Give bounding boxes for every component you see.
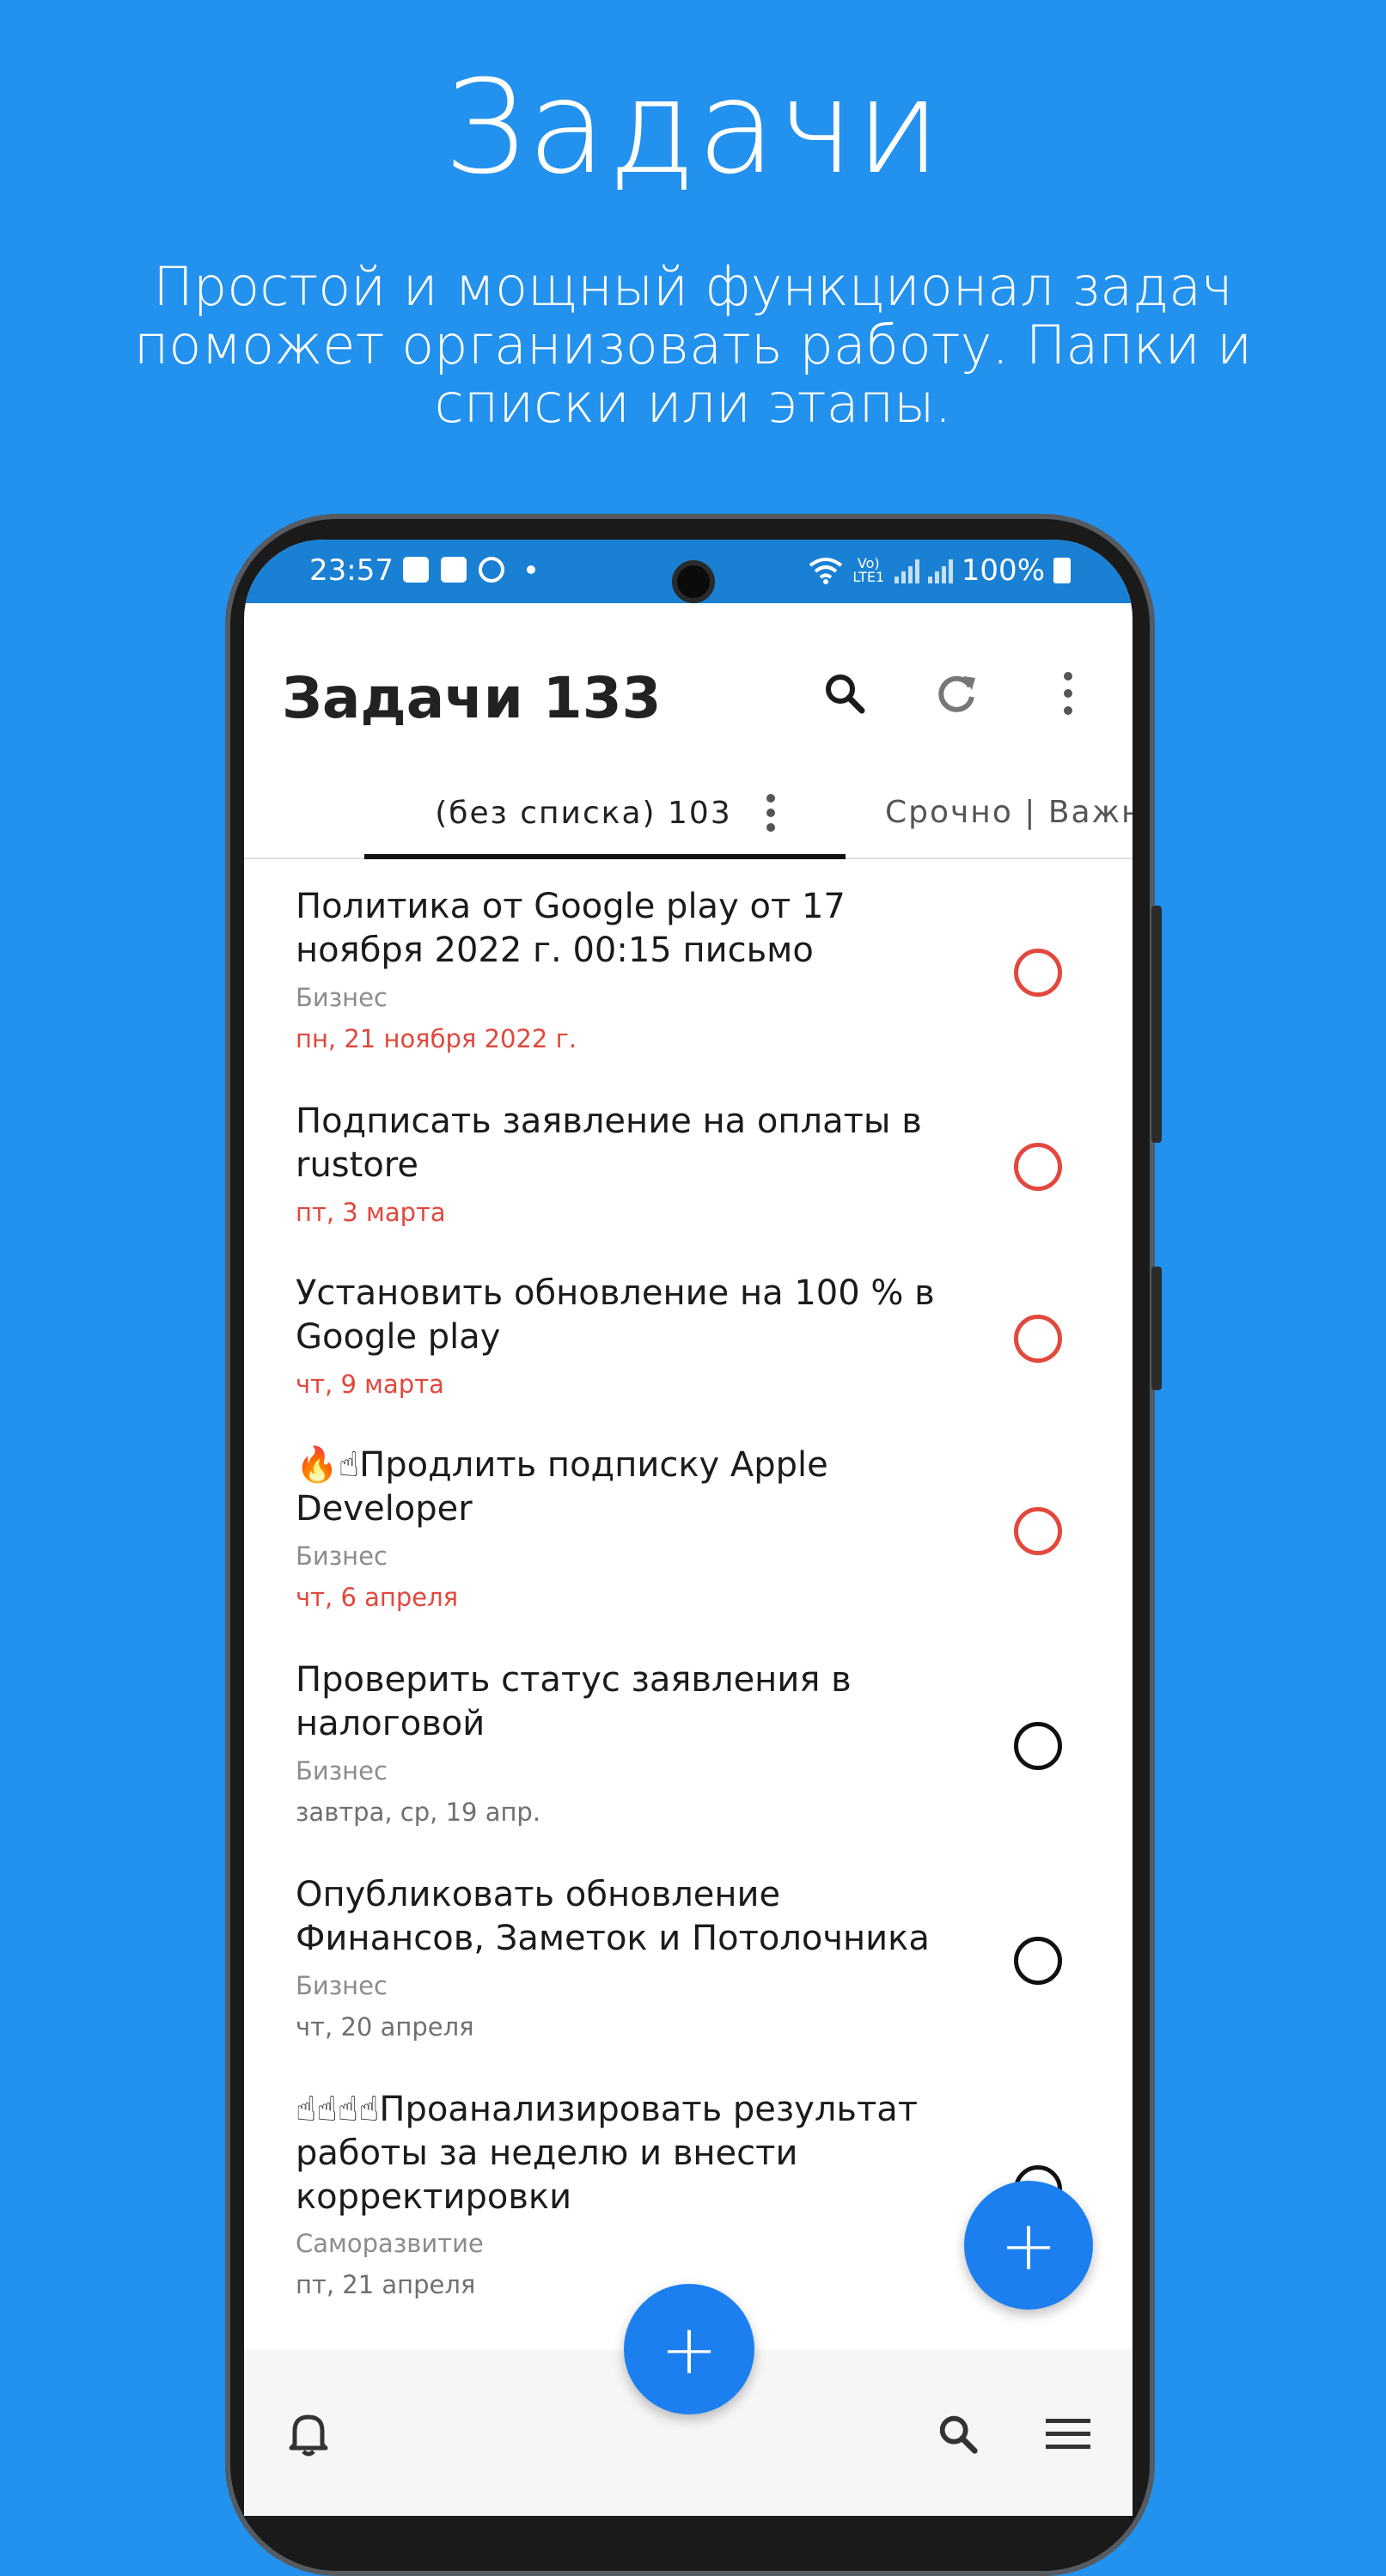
status-system-icons: Vo) LTE1 100% xyxy=(809,553,1071,588)
network-label: Vo) LTE1 xyxy=(852,555,885,585)
signal-1-icon xyxy=(894,558,919,583)
task-item[interactable]: Проверить статус заявления в налоговой Б… xyxy=(244,1633,1133,1847)
task-complete-checkbox[interactable] xyxy=(1014,1937,1062,1985)
task-item[interactable]: Политика от Google play от 17 ноября 202… xyxy=(244,859,1133,1074)
status-time: 23:57 xyxy=(309,553,394,588)
phone-volume-button xyxy=(1151,906,1162,1143)
task-complete-checkbox[interactable] xyxy=(1014,1722,1062,1770)
task-title: Политика от Google play от 17 ноября 202… xyxy=(296,887,846,970)
search-button[interactable] xyxy=(815,663,875,723)
refresh-icon xyxy=(938,675,975,712)
task-date: пт, 21 апреля xyxy=(296,2270,476,2299)
task-complete-checkbox[interactable] xyxy=(1014,1315,1062,1363)
more-notifications-dot-icon xyxy=(527,565,535,574)
add-task-fab[interactable]: + xyxy=(964,2181,1093,2310)
phone-screen: 23:57 Vo) LTE1 100% Задачи 133 (без спис… xyxy=(244,540,1133,2516)
tab-menu-icon[interactable] xyxy=(766,794,775,832)
battery-percent: 100% xyxy=(961,553,1045,588)
list-tabs: (без списка) 103 Срочно | Важн xyxy=(244,766,1133,859)
task-date: чт, 20 апреля xyxy=(296,2012,474,2042)
task-complete-checkbox[interactable] xyxy=(1014,1507,1062,1555)
do-not-disturb-icon xyxy=(479,557,504,583)
task-category: Бизнес xyxy=(296,1756,388,1785)
task-item[interactable]: 🔥☝Продлить подписку Apple Developer Бизн… xyxy=(244,1418,1133,1633)
battery-icon xyxy=(1053,558,1071,583)
task-date: пт, 3 марта xyxy=(296,1198,446,1227)
promo-subtitle: Простой и мощный функционал задач поможе… xyxy=(133,255,1253,435)
notifications-button[interactable] xyxy=(278,2404,339,2464)
task-complete-checkbox[interactable] xyxy=(1014,1143,1062,1191)
tab-no-list-label: (без списка) 103 xyxy=(435,795,732,831)
task-date: чт, 9 марта xyxy=(296,1370,444,1399)
mail-icon xyxy=(441,557,467,583)
task-title: Подписать заявление на оплаты в rustore xyxy=(296,1102,922,1185)
task-item[interactable]: Установить обновление на 100 % в Google … xyxy=(244,1246,1133,1418)
search-icon xyxy=(939,2415,978,2454)
task-item[interactable]: Опубликовать обновление Финансов, Замето… xyxy=(244,1847,1133,2062)
task-title: 🔥☝Продлить подписку Apple Developer xyxy=(296,1445,828,1529)
phone-power-button xyxy=(1151,1267,1162,1390)
task-complete-checkbox[interactable] xyxy=(1014,949,1062,997)
tab-no-list[interactable]: (без списка) 103 xyxy=(364,766,846,859)
task-category: Бизнес xyxy=(296,1541,388,1571)
bottom-add-button[interactable]: + xyxy=(624,2284,754,2414)
front-camera xyxy=(672,560,715,603)
app-bar: Задачи 133 xyxy=(244,603,1133,766)
refresh-button[interactable] xyxy=(926,663,986,723)
task-date: завтра, ср, 19 апр. xyxy=(296,1798,541,1827)
promo-title: Задачи xyxy=(443,53,943,203)
search-icon xyxy=(826,675,865,714)
task-title: Установить обновление на 100 % в Google … xyxy=(296,1273,935,1357)
task-title: Проверить статус заявления в налоговой xyxy=(296,1660,852,1743)
page-title: Задачи 133 xyxy=(282,665,662,731)
task-title: ☝☝☝☝Проанализировать результат работы за… xyxy=(296,2090,919,2217)
task-category: Бизнес xyxy=(296,983,388,1012)
tab-urgent-important[interactable]: Срочно | Важн xyxy=(885,766,1133,859)
signal-2-icon xyxy=(927,558,953,583)
gallery-icon xyxy=(403,557,429,583)
bell-icon xyxy=(289,2414,328,2457)
more-vert-icon xyxy=(1064,672,1072,715)
menu-icon xyxy=(1046,2419,1090,2449)
task-date: пн, 21 ноября 2022 г. xyxy=(296,1024,577,1053)
menu-button[interactable] xyxy=(1038,2404,1098,2464)
bottom-search-button[interactable] xyxy=(928,2404,988,2464)
status-bar: 23:57 Vo) LTE1 100% xyxy=(244,540,1133,603)
task-category: Саморазвитие xyxy=(296,2229,484,2258)
task-category: Бизнес xyxy=(296,1971,388,2000)
task-title: Опубликовать обновление Финансов, Замето… xyxy=(296,1875,930,1958)
task-date: чт, 6 апреля xyxy=(296,1583,459,1612)
more-options-button[interactable] xyxy=(1038,663,1098,723)
status-notification-icons xyxy=(403,557,535,583)
task-item[interactable]: Подписать заявление на оплаты в rustore … xyxy=(244,1074,1133,1246)
wifi-icon xyxy=(809,558,843,584)
